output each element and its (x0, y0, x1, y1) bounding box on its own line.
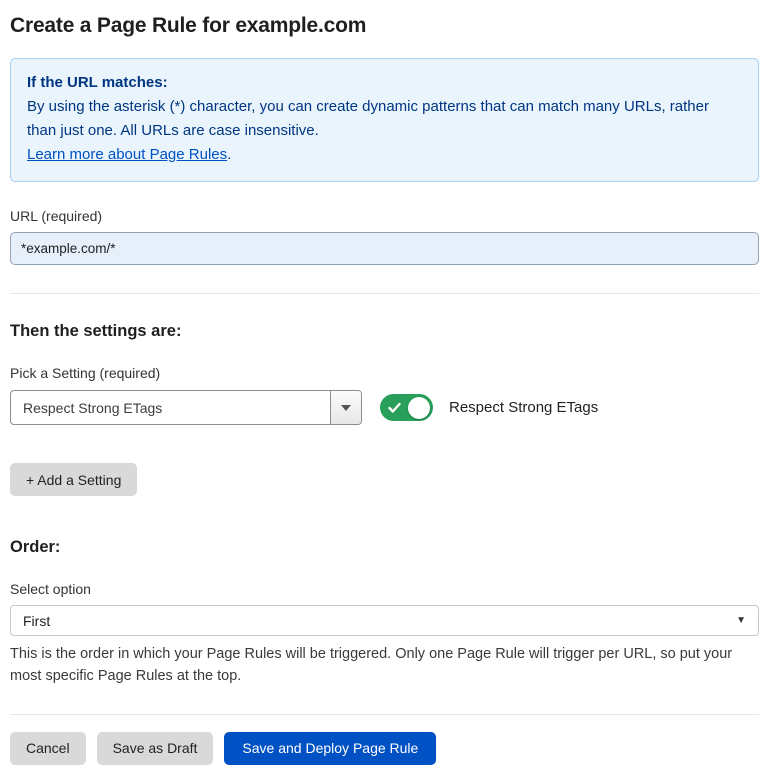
footer-actions: Cancel Save as Draft Save and Deploy Pag… (10, 715, 759, 781)
url-match-info-box: If the URL matches: By using the asteris… (10, 58, 759, 182)
link-suffix-text: . (227, 146, 231, 163)
learn-more-link[interactable]: Learn more about Page Rules (27, 146, 227, 163)
chevron-down-icon: ▼ (736, 616, 746, 626)
setting-row: Respect Strong ETags Respect Strong ETag… (10, 390, 759, 425)
order-help-text: This is the order in which your Page Rul… (10, 644, 758, 688)
order-select-value: First (23, 613, 50, 629)
toggle-label: Respect Strong ETags (449, 399, 598, 416)
page-title: Create a Page Rule for example.com (10, 14, 759, 38)
toggle-knob (408, 397, 430, 419)
save-draft-button[interactable]: Save as Draft (97, 732, 214, 765)
add-setting-button[interactable]: + Add a Setting (10, 463, 137, 496)
info-box-body: By using the asterisk (*) character, you… (27, 95, 742, 143)
url-label: URL (required) (10, 208, 759, 224)
cancel-button[interactable]: Cancel (10, 732, 86, 765)
check-icon (388, 402, 401, 413)
setting-select[interactable]: Respect Strong ETags (10, 390, 362, 425)
setting-picker-label: Pick a Setting (required) (10, 365, 759, 381)
section-divider (10, 293, 759, 294)
url-input[interactable] (10, 232, 759, 265)
info-box-link-row: Learn more about Page Rules. (27, 143, 742, 167)
order-select[interactable]: First ▼ (10, 605, 759, 636)
etags-toggle[interactable] (380, 394, 433, 421)
setting-select-value: Respect Strong ETags (11, 391, 330, 424)
chevron-down-icon (341, 405, 351, 411)
save-deploy-button[interactable]: Save and Deploy Page Rule (224, 732, 436, 765)
setting-select-arrow-button[interactable] (330, 391, 361, 424)
order-select-label: Select option (10, 581, 759, 597)
info-box-heading: If the URL matches: (27, 71, 742, 95)
settings-section-heading: Then the settings are: (10, 322, 759, 341)
create-page-rule-form: Create a Page Rule for example.com If th… (0, 0, 769, 781)
order-section-heading: Order: (10, 538, 759, 557)
